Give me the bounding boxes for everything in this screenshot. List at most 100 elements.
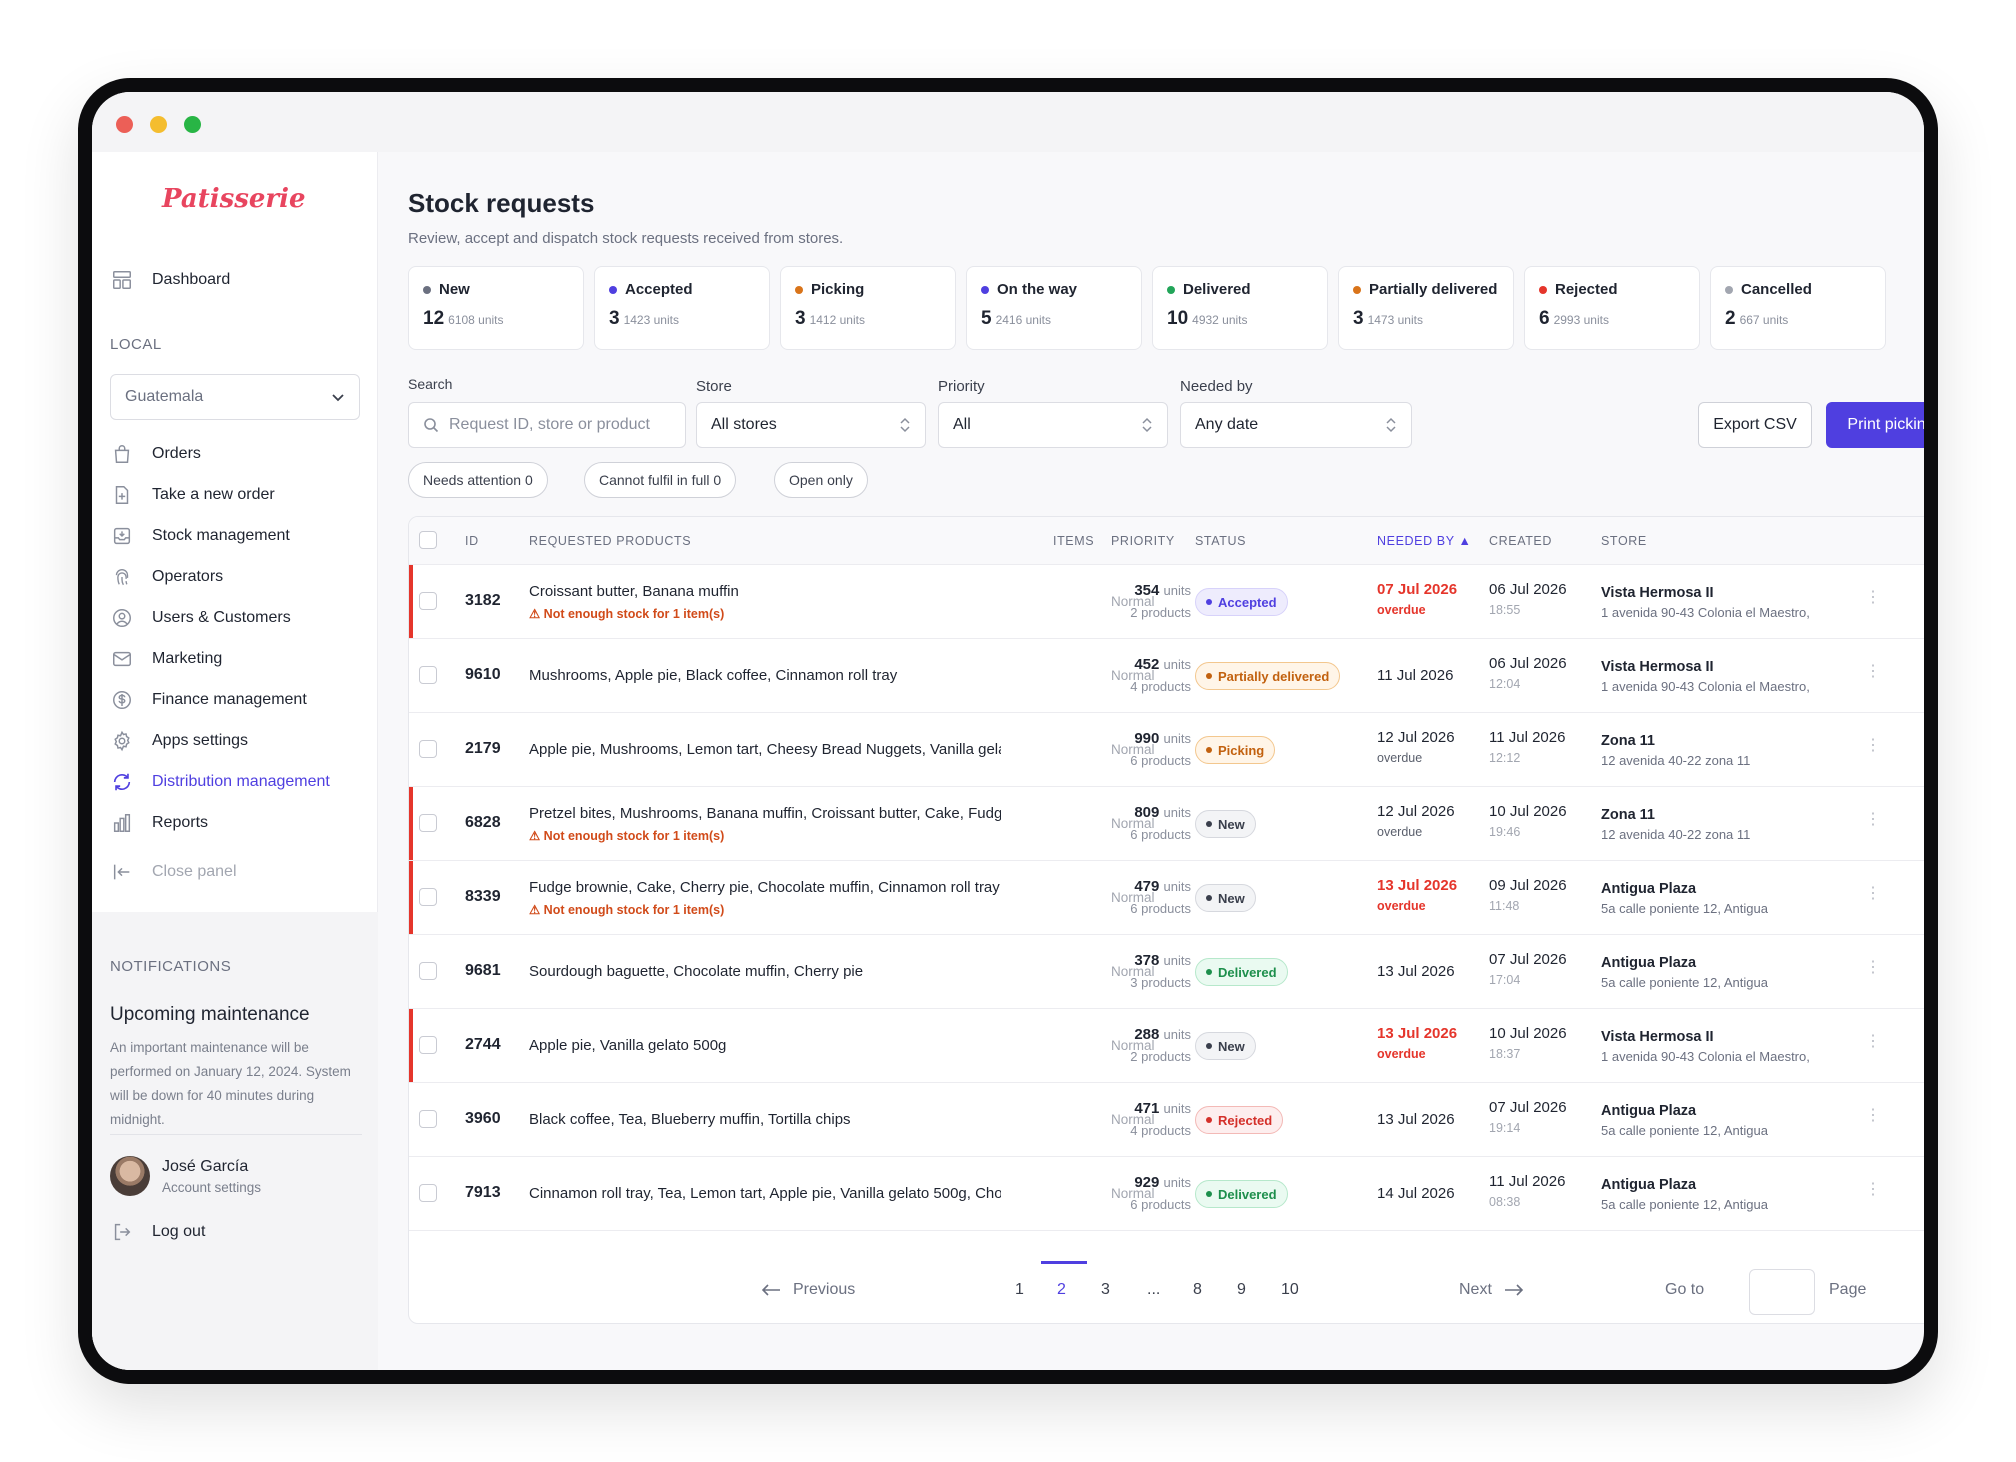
search-input[interactable]: Request ID, store or product	[408, 402, 686, 448]
page-8[interactable]: 8	[1193, 1281, 1202, 1299]
created-date: 11 Jul 2026	[1489, 1173, 1566, 1190]
user-name[interactable]: José García	[162, 1158, 248, 1176]
table-row[interactable]: 8339 Fudge brownie, Cake, Cherry pie, Cho…	[409, 861, 1924, 935]
table-row[interactable]: 9610 Mushrooms, Apple pie, Black coffee, …	[409, 639, 1924, 713]
request-id[interactable]: 6828	[465, 814, 501, 832]
status-card-cancelled[interactable]: Cancelled 2 667 units	[1710, 266, 1886, 350]
status-card-delivered[interactable]: Delivered 10 4932 units	[1152, 266, 1328, 350]
goto-page-input[interactable]	[1749, 1269, 1815, 1315]
open-only-chip[interactable]: Open only	[774, 462, 868, 498]
minimize-window-button[interactable]	[150, 116, 167, 133]
brand-logo[interactable]: Patisserie	[162, 184, 306, 214]
request-id[interactable]: 3182	[465, 592, 501, 610]
units-label: units	[1163, 657, 1191, 672]
row-checkbox[interactable]	[419, 1110, 437, 1128]
priority-value: Normal	[1111, 1038, 1155, 1053]
more-vertical-icon[interactable]: ⋮	[1865, 590, 1881, 606]
row-checkbox[interactable]	[419, 1184, 437, 1202]
header-id[interactable]: ID	[465, 534, 479, 548]
more-vertical-icon[interactable]: ⋮	[1865, 664, 1881, 680]
print-picking-list-button[interactable]: Print picking list	[1826, 402, 1924, 448]
previous-button[interactable]: Previous	[761, 1281, 855, 1299]
more-vertical-icon[interactable]: ⋮	[1865, 960, 1881, 976]
page-2[interactable]: 2	[1057, 1281, 1066, 1299]
request-id[interactable]: 3960	[465, 1110, 501, 1128]
table-row[interactable]: 9681 Sourdough baguette, Chocolate muffin…	[409, 935, 1924, 1009]
store-filter-label: Store	[696, 378, 732, 395]
export-csv-button[interactable]: Export CSV	[1698, 402, 1812, 448]
header-created[interactable]: CREATED	[1489, 534, 1552, 548]
cannot-fulfil-chip[interactable]: Cannot fulfil in full 0	[584, 462, 737, 498]
more-vertical-icon[interactable]: ⋮	[1865, 886, 1881, 902]
header-products[interactable]: REQUESTED PRODUCTS	[529, 534, 691, 548]
table-row[interactable]: 3960 Black coffee, Tea, Blueberry muffin,…	[409, 1083, 1924, 1157]
status-card-new[interactable]: New 12 6108 units	[408, 266, 584, 350]
more-vertical-icon[interactable]: ⋮	[1865, 1108, 1881, 1124]
nav-stock-management[interactable]: Stock management	[110, 516, 360, 556]
next-button[interactable]: Next	[1459, 1281, 1524, 1299]
status-card-on-the-way[interactable]: On the way 5 2416 units	[966, 266, 1142, 350]
priority-value: Normal	[1111, 890, 1155, 905]
header-status[interactable]: STATUS	[1195, 534, 1246, 548]
nav-marketing[interactable]: Marketing	[110, 639, 360, 679]
header-items[interactable]: ITEMS	[1053, 534, 1094, 548]
close-panel-button[interactable]: Close panel	[110, 852, 360, 892]
header-needed-by[interactable]: NEEDED BY ▲	[1377, 534, 1471, 548]
select-all-checkbox[interactable]	[419, 531, 437, 549]
request-id[interactable]: 2744	[465, 1036, 501, 1054]
table-row[interactable]: 7913 Cinnamon roll tray, Tea, Lemon tart,…	[409, 1157, 1924, 1231]
nav-orders[interactable]: Orders	[110, 434, 360, 474]
maximize-window-button[interactable]	[184, 116, 201, 133]
request-id[interactable]: 9610	[465, 666, 501, 684]
table-row[interactable]: 6828 Pretzel bites, Mushrooms, Banana muf…	[409, 787, 1924, 861]
row-checkbox[interactable]	[419, 814, 437, 832]
account-settings-link[interactable]: Account settings	[162, 1180, 261, 1195]
table-row[interactable]: 2744 Apple pie, Vanilla gelato 500g 288 un…	[409, 1009, 1924, 1083]
request-id[interactable]: 2179	[465, 740, 501, 758]
nav-dashboard[interactable]: Dashboard	[110, 260, 360, 300]
store-name: Vista Hermosa II	[1601, 585, 1714, 601]
store-address: 5a calle poniente 12, Antigua	[1601, 901, 1768, 916]
request-id[interactable]: 7913	[465, 1184, 501, 1202]
page-9[interactable]: 9	[1237, 1281, 1246, 1299]
more-vertical-icon[interactable]: ⋮	[1865, 738, 1881, 754]
nav-distribution-management[interactable]: Distribution management	[110, 762, 360, 802]
row-checkbox[interactable]	[419, 740, 437, 758]
priority-select[interactable]: All	[938, 402, 1168, 448]
chevron-down-icon	[332, 394, 344, 402]
status-card-rejected[interactable]: Rejected 6 2993 units	[1524, 266, 1700, 350]
store-select[interactable]: All stores	[696, 402, 926, 448]
page-1[interactable]: 1	[1015, 1281, 1024, 1299]
row-checkbox[interactable]	[419, 962, 437, 980]
row-checkbox[interactable]	[419, 666, 437, 684]
row-checkbox[interactable]	[419, 592, 437, 610]
row-checkbox[interactable]	[419, 1036, 437, 1054]
nav-apps-settings[interactable]: Apps settings	[110, 721, 360, 761]
row-checkbox[interactable]	[419, 888, 437, 906]
nav-take-new-order[interactable]: Take a new order	[110, 475, 360, 515]
nav-operators[interactable]: Operators	[110, 557, 360, 597]
needed-by-select[interactable]: Any date	[1180, 402, 1412, 448]
page-10[interactable]: 10	[1281, 1281, 1299, 1299]
status-card-partially-delivered[interactable]: Partially delivered 3 1473 units	[1338, 266, 1514, 350]
status-card-accepted[interactable]: Accepted 3 1423 units	[594, 266, 770, 350]
table-row[interactable]: 2179 Apple pie, Mushrooms, Lemon tart, Ch…	[409, 713, 1924, 787]
location-select[interactable]: Guatemala	[110, 374, 360, 420]
nav-users-customers[interactable]: Users & Customers	[110, 598, 360, 638]
avatar[interactable]	[110, 1156, 150, 1196]
close-window-button[interactable]	[116, 116, 133, 133]
header-priority[interactable]: PRIORITY	[1111, 534, 1175, 548]
table-row[interactable]: 3182 Croissant butter, Banana muffin ⚠ Not…	[409, 565, 1924, 639]
nav-reports[interactable]: Reports	[110, 803, 360, 843]
more-vertical-icon[interactable]: ⋮	[1865, 1034, 1881, 1050]
page-3[interactable]: 3	[1101, 1281, 1110, 1299]
status-card-picking[interactable]: Picking 3 1412 units	[780, 266, 956, 350]
more-vertical-icon[interactable]: ⋮	[1865, 1182, 1881, 1198]
logout-button[interactable]: Log out	[110, 1212, 360, 1252]
request-id[interactable]: 9681	[465, 962, 501, 980]
request-id[interactable]: 8339	[465, 888, 501, 906]
header-store[interactable]: STORE	[1601, 534, 1647, 548]
more-vertical-icon[interactable]: ⋮	[1865, 812, 1881, 828]
nav-finance-management[interactable]: Finance management	[110, 680, 360, 720]
needs-attention-chip[interactable]: Needs attention 0	[408, 462, 548, 498]
